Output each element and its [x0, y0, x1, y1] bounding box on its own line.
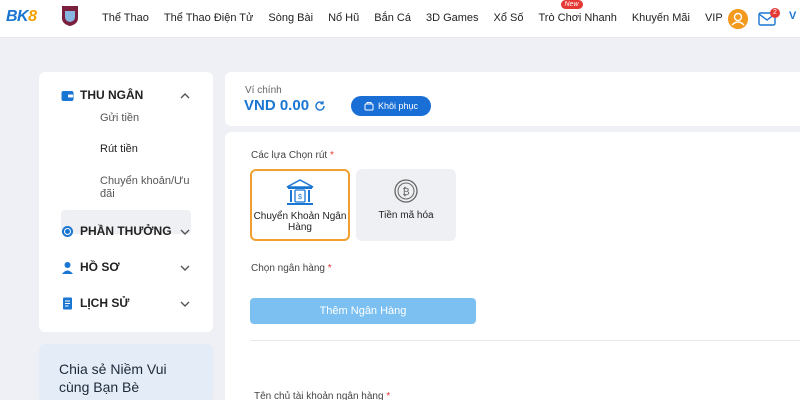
wallet-card: Ví chính VND 0.00 Khôi phục: [225, 72, 800, 126]
chevron-down-icon[interactable]: [180, 299, 190, 309]
option-crypto-label: Tiền mã hóa: [378, 210, 434, 221]
refresh-icon[interactable]: [314, 100, 326, 112]
brand-logo[interactable]: BK8: [6, 8, 37, 26]
document-icon: [63, 297, 72, 309]
section-cashier-label: THU NGÂN: [80, 88, 144, 102]
bitcoin-icon: ₿: [394, 179, 418, 203]
option-bank-transfer[interactable]: $ Chuyển Khoản Ngân Hàng: [250, 169, 350, 241]
referral-promo-card[interactable]: Chia sẻ Niềm Vui cùng Bạn Bè: [39, 344, 213, 400]
nav-promotions[interactable]: Khuyến Mãi: [632, 12, 690, 24]
top-nav-bar: BK8 Thể Thao Thể Thao Điện Tử Sòng Bài N…: [0, 0, 800, 38]
section-cashier[interactable]: THU NGÂN: [61, 88, 143, 102]
nav-esports[interactable]: Thể Thao Điện Tử: [164, 12, 254, 24]
nav-sports[interactable]: Thể Thao: [102, 12, 149, 24]
option-bank-transfer-label: Chuyển Khoản Ngân Hàng: [253, 211, 347, 233]
restore-button-label: Khôi phục: [377, 101, 419, 111]
section-rewards[interactable]: PHẦN THƯỞNG: [61, 224, 172, 238]
bank-icon: $: [286, 179, 314, 205]
new-badge: New: [560, 0, 583, 9]
bank-select-label: Chọn ngân hàng *: [251, 263, 332, 274]
wallet-balance: VND 0.00: [244, 97, 310, 114]
chevron-up-icon[interactable]: [180, 91, 190, 101]
nav-quick-games[interactable]: New Trò Chơi Nhanh: [538, 0, 617, 24]
nav-slots[interactable]: Nổ Hũ: [328, 12, 359, 24]
user-name-short[interactable]: V: [789, 10, 796, 22]
chevron-down-icon[interactable]: [180, 227, 190, 237]
account-holder-label: Tên chủ tài khoản ngân hàng *: [254, 391, 391, 400]
nav-quick-games-label: Trò Chơi Nhanh: [538, 12, 617, 24]
section-history-label: LỊCH SỬ: [80, 296, 130, 310]
promo-text: Chia sẻ Niềm Vui cùng Bạn Bè: [59, 361, 167, 395]
nav-casino[interactable]: Sòng Bài: [268, 12, 313, 24]
person-icon: [62, 261, 73, 274]
cashier-item-transfer[interactable]: Chuyển khoản/Ưu đãi: [100, 175, 200, 201]
section-rewards-label: PHẦN THƯỞNG: [80, 224, 172, 238]
withdraw-options-label: Các lựa Chọn rút *: [251, 150, 334, 161]
coins-icon: [62, 225, 73, 237]
cashier-item-withdraw[interactable]: Rút tiền: [100, 143, 138, 155]
restore-button[interactable]: Khôi phục: [351, 96, 431, 116]
add-bank-button[interactable]: Thêm Ngân Hàng: [250, 298, 476, 324]
user-avatar-icon[interactable]: [728, 9, 748, 29]
nav-vip[interactable]: VIP: [705, 12, 723, 24]
section-profile-label: HỒ SƠ: [80, 260, 120, 274]
divider: [250, 340, 800, 341]
club-crest-icon[interactable]: [61, 5, 79, 27]
nav-lottery[interactable]: Xổ Số: [494, 12, 524, 24]
account-sidebar: THU NGÂN Gửi tiền Rút tiền Chuyển khoản/…: [39, 72, 213, 332]
section-profile[interactable]: HỒ SƠ: [61, 260, 120, 274]
withdraw-form: Các lựa Chọn rút * $ Chuyển Khoản Ngân H…: [225, 132, 800, 400]
wallet-icon: [61, 90, 74, 101]
svg-text:₿: ₿: [402, 186, 409, 198]
mail-count-badge: 2: [770, 8, 780, 18]
nav-3d-games[interactable]: 3D Games: [426, 12, 479, 24]
option-crypto[interactable]: ₿ Tiền mã hóa: [356, 169, 456, 241]
restore-icon: [364, 102, 374, 111]
chevron-down-icon[interactable]: [180, 263, 190, 273]
wallet-label: Ví chính: [245, 85, 282, 96]
section-history[interactable]: LỊCH SỬ: [61, 296, 129, 310]
main-nav: Thể Thao Thể Thao Điện Tử Sòng Bài Nổ Hũ…: [102, 0, 738, 24]
nav-fishing[interactable]: Bắn Cá: [374, 12, 411, 24]
cashier-item-deposit[interactable]: Gửi tiền: [100, 112, 139, 124]
svg-text:$: $: [298, 194, 302, 201]
